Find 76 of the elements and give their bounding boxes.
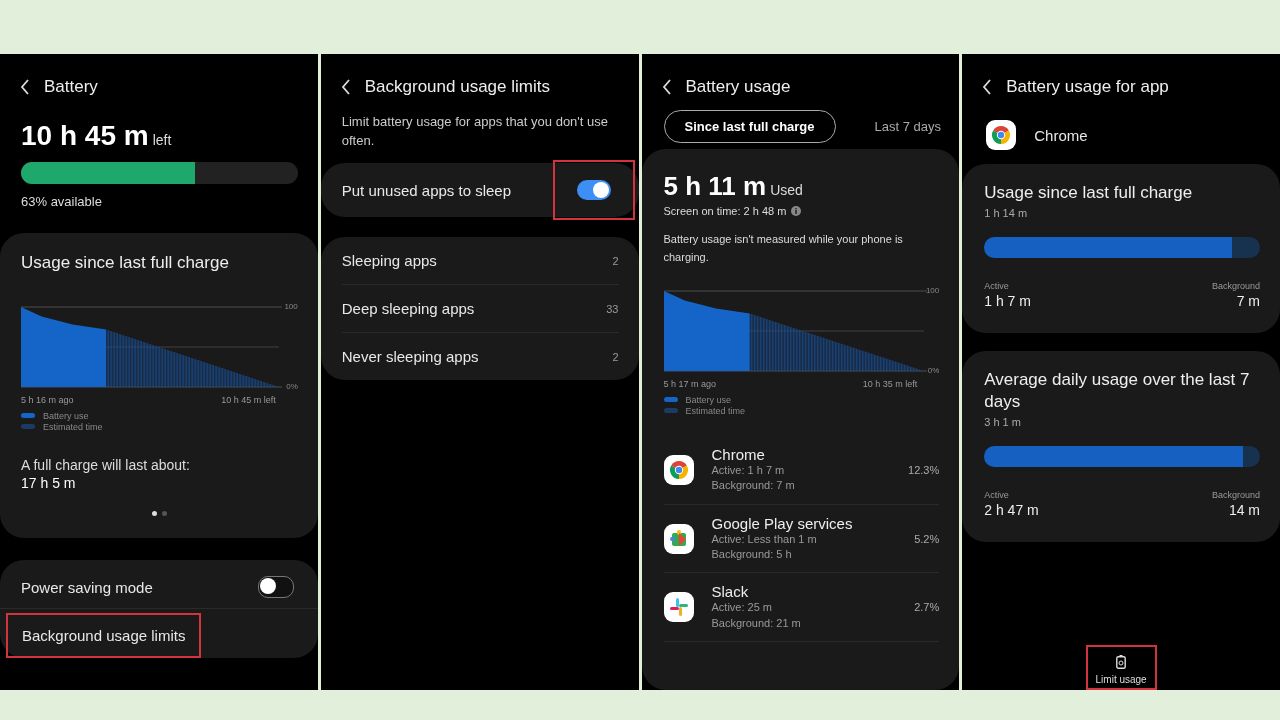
axis-label: 5 h 16 m ago <box>21 394 74 405</box>
page-dot[interactable] <box>161 511 167 517</box>
active-value: 2 h 47 m <box>984 500 1039 520</box>
setting-link[interactable]: Background usage limits <box>6 613 202 659</box>
background-label: Background <box>1211 280 1260 293</box>
limit-usage-button[interactable]: Limit usage <box>1085 644 1157 690</box>
screen-title: Battery <box>44 77 98 97</box>
app-name[interactable]: Chrome <box>711 445 891 463</box>
full-charge-value: 17 h 5 m <box>21 474 77 494</box>
legend-label: Estimated time <box>685 405 746 416</box>
axis-label: 0% <box>927 365 940 376</box>
toggle-switch[interactable] <box>576 180 611 201</box>
active-time: Active: 1 h 7 m <box>711 462 786 478</box>
legend-label: Battery use <box>685 394 732 405</box>
app-name[interactable]: Google Play services <box>711 514 897 532</box>
usage-share: 5.2% <box>914 532 940 545</box>
back-icon[interactable] <box>661 79 672 95</box>
axis-label: 5 h 17 m ago <box>663 378 717 389</box>
list-item[interactable]: Sleeping apps <box>341 252 437 270</box>
usage-share: 12.3% <box>908 463 940 476</box>
list-item[interactable]: Deep sleeping apps <box>341 300 475 318</box>
background-time: Background: 21 m <box>711 615 802 631</box>
total-time: 3 h 1 m <box>984 415 1021 428</box>
axis-label: 10 h 45 m left <box>221 394 276 405</box>
card-title: Usage since last full charge <box>21 252 230 273</box>
app-icon <box>663 592 694 623</box>
screen-title: Background usage limits <box>364 77 550 97</box>
app-count: 33 <box>606 302 619 315</box>
app-name: Chrome <box>1034 126 1088 144</box>
active-time: Active: Less than 1 m <box>711 532 818 547</box>
time-suffix: Used <box>770 182 803 198</box>
active-label: Active <box>984 280 1009 293</box>
time-left: 10 h 45 m <box>21 120 149 152</box>
background-value: 14 m <box>1228 500 1260 520</box>
setting-label: Power saving mode <box>21 578 153 596</box>
screen-on-time: Screen on time: 2 h 48 m <box>663 204 787 219</box>
legend-label: Estimated time <box>43 421 103 432</box>
app-icon <box>663 523 694 554</box>
background-time: Background: 5 h <box>711 547 793 562</box>
background-time: Background: 7 m <box>711 478 796 494</box>
back-icon[interactable] <box>20 79 30 95</box>
time-used: 5 h 11 m <box>663 171 767 202</box>
background-value: 7 m <box>1236 292 1260 312</box>
description: Limit battery usage for apps that you don't use often. <box>341 114 608 148</box>
battery-available: 63% available <box>21 194 102 209</box>
app-name[interactable]: Slack <box>711 583 897 601</box>
time-suffix: left <box>152 132 172 148</box>
back-icon[interactable] <box>982 79 993 95</box>
list-item[interactable]: Never sleeping apps <box>341 348 479 366</box>
axis-label: 0% <box>286 381 298 392</box>
usage-share: 2.7% <box>914 601 940 614</box>
screen-title: Battery usage <box>685 77 791 97</box>
app-icon <box>663 454 694 485</box>
active-time: Active: 25 m <box>711 600 774 616</box>
charging-note: Battery usage isn't measured while your phone is charging. <box>663 232 903 263</box>
active-label: Active <box>984 488 1009 501</box>
background-label: Background <box>1211 488 1260 501</box>
app-count: 2 <box>612 254 619 267</box>
app-icon <box>986 120 1017 150</box>
page-dot[interactable] <box>151 511 157 517</box>
axis-label: 100 <box>925 285 940 296</box>
toggle-switch[interactable] <box>257 576 294 599</box>
back-icon[interactable] <box>340 79 351 95</box>
card-title: Average daily usage over the last 7 days <box>984 369 1251 412</box>
axis-label: 100 <box>284 301 298 312</box>
axis-label: 10 h 35 m left <box>862 378 918 389</box>
card-title: Usage since last full charge <box>984 182 1194 204</box>
period-tab[interactable]: Last 7 days <box>853 110 960 143</box>
app-count: 2 <box>612 350 619 363</box>
screen-title: Battery usage for app <box>1006 77 1169 97</box>
active-value: 1 h 7 m <box>984 292 1031 312</box>
full-charge-label: A full charge will last about: <box>21 455 191 475</box>
info-icon[interactable] <box>791 206 802 217</box>
total-time: 1 h 14 m <box>984 207 1028 220</box>
setting-label: Put unused apps to sleep <box>341 181 512 199</box>
legend-label: Battery use <box>43 410 89 421</box>
